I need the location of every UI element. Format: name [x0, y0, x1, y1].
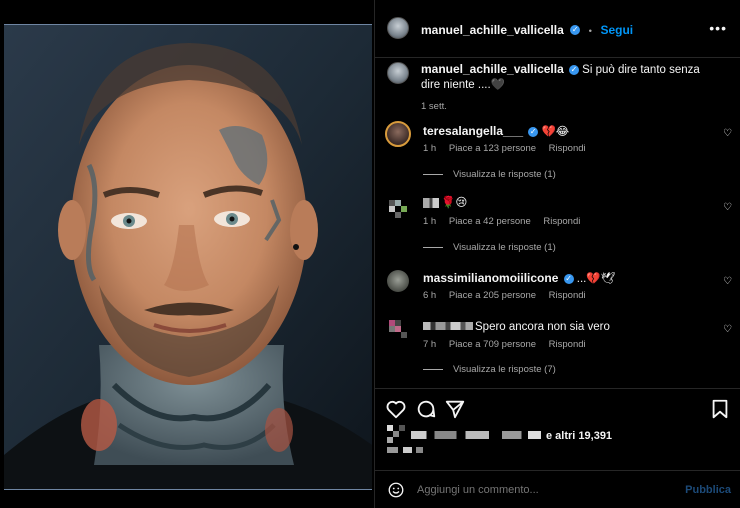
verified-badge-icon: ✓ — [563, 273, 574, 284]
post-media — [0, 0, 374, 508]
more-icon[interactable]: ••• — [709, 20, 727, 36]
verified-badge-icon: ✓ — [568, 64, 579, 75]
comment-item: Spero ancora non sia vero — [475, 320, 715, 334]
comment-username[interactable]: teresalangella___ — [423, 124, 523, 138]
comment-time[interactable]: 6 h — [423, 290, 436, 301]
add-comment-bar: Pubblica — [375, 470, 740, 508]
comment-likes[interactable]: Piace a 205 persone — [449, 290, 536, 301]
comment-meta: 1 h Piace a 123 persone Rispondi — [423, 143, 596, 154]
comment-meta: 1 h Piace a 42 persone Rispondi — [423, 216, 590, 227]
heart-icon[interactable]: ♡ — [723, 324, 732, 335]
publish-button[interactable]: Pubblica — [685, 484, 731, 496]
save-icon[interactable] — [709, 398, 731, 420]
author-avatar[interactable] — [387, 17, 409, 39]
comment-avatar[interactable] — [385, 121, 411, 147]
comment-meta: 6 h Piace a 205 persone Rispondi — [423, 290, 596, 301]
comment-avatar[interactable] — [387, 270, 409, 292]
post-actions: e altri 19,391 — [375, 388, 740, 468]
view-replies-label: Visualizza le risposte (1) — [453, 169, 556, 180]
comment-time[interactable]: 1 h — [423, 143, 436, 154]
comment-text: Spero ancora non sia vero — [475, 321, 610, 333]
heart-icon[interactable]: ♡ — [723, 202, 732, 213]
verified-badge-icon: ✓ — [528, 126, 539, 137]
replies-divider — [423, 173, 443, 175]
comment-icon[interactable] — [415, 398, 437, 420]
redacted-username — [423, 322, 473, 330]
follow-button[interactable]: Segui — [600, 23, 633, 37]
view-replies-button[interactable]: Visualizza le risposte (1) — [423, 169, 556, 180]
likes-count[interactable]: e altri 19,391 — [546, 430, 612, 442]
redacted-liked-by — [411, 431, 541, 439]
comment-text: 🌹😢 — [441, 197, 468, 209]
comment-avatar[interactable] — [389, 200, 407, 218]
reply-button[interactable]: Rispondi — [549, 143, 586, 154]
heart-icon[interactable]: ♡ — [723, 128, 732, 139]
post-side-panel: manuel_achille_vallicella ✓ • Segui ••• … — [374, 0, 740, 508]
share-icon[interactable] — [444, 398, 466, 420]
comment-meta: 7 h Piace a 709 persone Rispondi — [423, 339, 596, 350]
comment-text: ...💔🕊 — [576, 273, 616, 285]
comment-time[interactable]: 1 h — [423, 216, 436, 227]
caption-avatar[interactable] — [387, 62, 409, 84]
comment-item: 🌹😢 — [441, 196, 641, 210]
comment-item: massimilianomoiilicone ✓ ...💔🕊 — [423, 271, 723, 286]
liked-by-avatar[interactable] — [387, 425, 405, 443]
post-header: manuel_achille_vallicella ✓ • Segui ••• — [375, 0, 740, 58]
post-caption: manuel_achille_vallicella ✓ Si può dire … — [421, 62, 721, 112]
like-icon[interactable] — [385, 398, 407, 420]
caption-time[interactable]: 1 sett. — [421, 101, 721, 112]
view-replies-label: Visualizza le risposte (7) — [453, 364, 556, 375]
redacted-username — [423, 198, 439, 208]
separator-dot: • — [588, 26, 592, 37]
redacted-liked-by-2 — [387, 447, 423, 453]
portrait-image — [4, 25, 372, 489]
author-username[interactable]: manuel_achille_vallicella — [421, 23, 564, 37]
comment-likes[interactable]: Piace a 709 persone — [449, 339, 536, 350]
comment-time[interactable]: 7 h — [423, 339, 436, 350]
view-replies-button[interactable]: Visualizza le risposte (1) — [423, 242, 556, 253]
view-replies-label: Visualizza le risposte (1) — [453, 242, 556, 253]
caption-username[interactable]: manuel_achille_vallicella — [421, 62, 564, 76]
post-photo[interactable] — [4, 24, 372, 490]
comment-input[interactable] — [417, 484, 657, 496]
reply-button[interactable]: Rispondi — [549, 290, 586, 301]
replies-divider — [423, 368, 443, 370]
reply-button[interactable]: Rispondi — [549, 339, 586, 350]
heart-icon[interactable]: ♡ — [723, 276, 732, 287]
comment-likes[interactable]: Piace a 123 persone — [449, 143, 536, 154]
comment-item: teresalangella___ ✓ 💔😂 — [423, 124, 723, 139]
comment-avatar[interactable] — [389, 320, 407, 338]
emoji-icon[interactable] — [387, 481, 405, 499]
reply-button[interactable]: Rispondi — [543, 216, 580, 227]
view-replies-button[interactable]: Visualizza le risposte (7) — [423, 364, 556, 375]
replies-divider — [423, 246, 443, 248]
comment-username[interactable]: massimilianomoiilicone — [423, 271, 558, 285]
verified-badge-icon: ✓ — [570, 24, 581, 35]
comment-likes[interactable]: Piace a 42 persone — [449, 216, 531, 227]
comment-text: 💔😂 — [541, 126, 570, 138]
